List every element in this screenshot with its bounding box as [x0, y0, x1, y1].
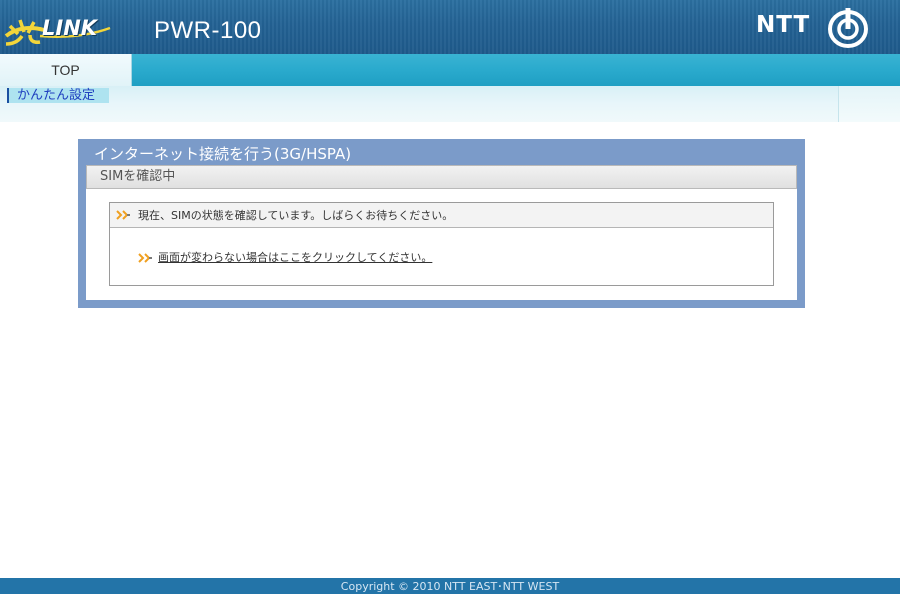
subnav-right-cell	[838, 86, 900, 122]
hikari-link-logo: LINK	[4, 14, 116, 48]
reload-link[interactable]: 画面が変わらない場合はここをクリックしてください。	[158, 251, 432, 264]
panel-subtitle: SIMを確認中	[86, 165, 797, 189]
reload-link-row: 画面が変わらない場合はここをクリックしてください。	[138, 250, 432, 266]
logo-text: LINK	[42, 16, 98, 40]
brand-name: NTT	[756, 12, 811, 38]
panel-title: インターネット接続を行う(3G/HSPA)	[94, 145, 352, 163]
product-name: PWR-100	[154, 17, 262, 44]
status-message: 現在、SIMの状態を確認しています。しばらくお待ちください。	[138, 209, 454, 222]
subnav-item-label: かんたん設定	[17, 88, 96, 103]
status-message-row: 現在、SIMの状態を確認しています。しばらくお待ちください。	[110, 203, 773, 228]
panel-body: 現在、SIMの状態を確認しています。しばらくお待ちください。 画面が変わらない場…	[86, 189, 797, 300]
tab-top[interactable]: TOP	[0, 54, 132, 86]
tab-bar: TOP	[0, 54, 900, 86]
connection-panel: インターネット接続を行う(3G/HSPA) SIMを確認中 現在、SIMの状態を…	[78, 139, 805, 308]
tab-top-label: TOP	[51, 62, 80, 78]
message-box: 現在、SIMの状態を確認しています。しばらくお待ちください。 画面が変わらない場…	[109, 202, 774, 286]
double-arrow-icon	[116, 210, 130, 220]
subnav-bar: かんたん設定	[0, 86, 900, 122]
copyright-text: Copyright © 2010 NTT EAST･NTT WEST	[340, 580, 560, 593]
ntt-ring-icon	[828, 8, 868, 48]
app-header: LINK PWR-100 NTT	[0, 0, 900, 54]
subnav-item-easy-setup[interactable]: かんたん設定	[7, 88, 110, 103]
footer: Copyright © 2010 NTT EAST･NTT WEST	[0, 578, 900, 594]
double-arrow-icon	[138, 253, 152, 263]
